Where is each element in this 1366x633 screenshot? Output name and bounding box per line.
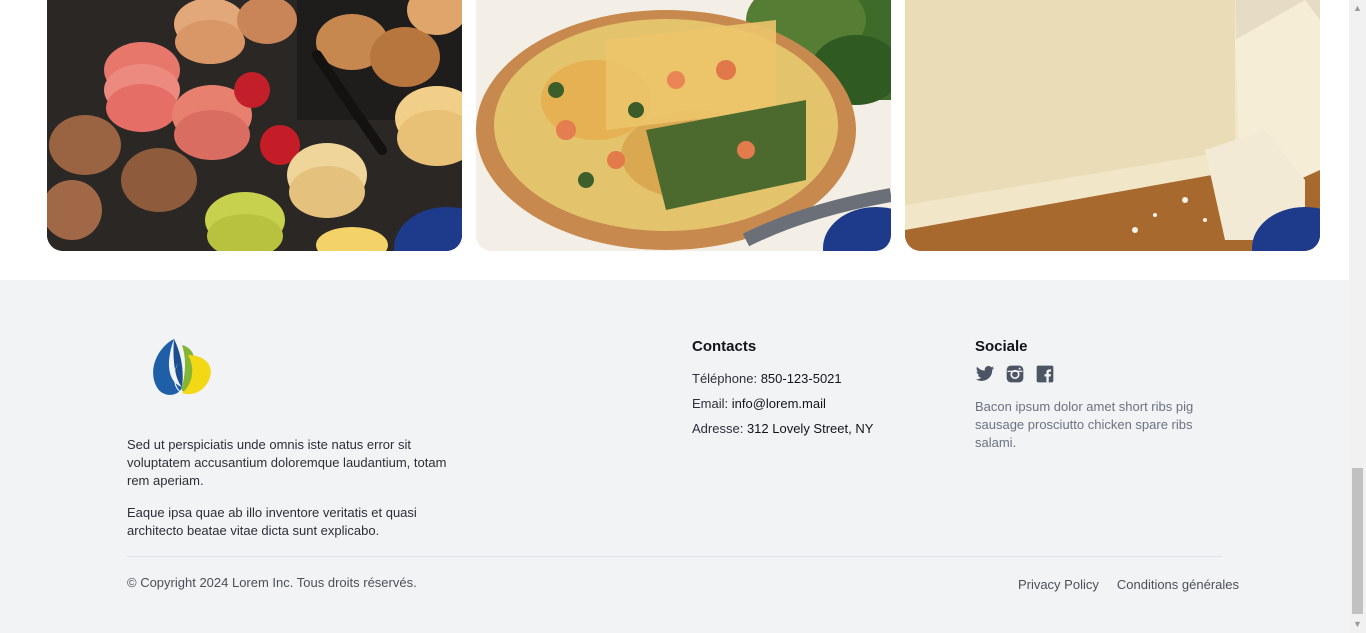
gallery-card-macarons[interactable] — [47, 0, 462, 251]
privacy-policy-link[interactable]: Privacy Policy — [1018, 577, 1099, 592]
email-value[interactable]: info@lorem.mail — [732, 396, 826, 411]
social-column: Sociale Bacon ipsum dolor amet short rib… — [975, 338, 1235, 452]
phone-value[interactable]: 850-123-5021 — [761, 371, 842, 386]
phone-label: Téléphone: — [692, 371, 758, 386]
facebook-icon[interactable] — [1035, 364, 1055, 384]
contact-phone: Téléphone: 850-123-5021 — [692, 366, 873, 391]
footer-divider — [127, 556, 1222, 557]
scrollbar-thumb[interactable] — [1352, 468, 1363, 614]
brand-logo[interactable] — [148, 337, 214, 399]
gallery-card-dough[interactable] — [905, 0, 1320, 251]
scroll-down-arrow-icon[interactable]: ▼ — [1349, 616, 1366, 633]
copyright-text: © Copyright 2024 Lorem Inc. Tous droits … — [127, 575, 417, 590]
footer-about-paragraph: Sed ut perspiciatis unde omnis iste natu… — [127, 437, 447, 488]
quiche-image — [476, 0, 891, 251]
address-value: 312 Lovely Street, NY — [746, 421, 874, 436]
contacts-title: Contacts — [692, 338, 757, 355]
page-scrollbar[interactable]: ▲ ▼ — [1349, 0, 1366, 633]
instagram-icon[interactable] — [1005, 364, 1025, 384]
macarons-image — [47, 0, 462, 251]
dough-image — [905, 0, 1320, 251]
gallery-card-quiche[interactable] — [476, 0, 891, 251]
email-label: Email: — [692, 396, 729, 411]
social-description: Bacon ipsum dolor amet short ribs pig sa… — [975, 399, 1194, 450]
footer-about-paragraph-2: Eaque ipsa quae ab illo inventore verita… — [127, 505, 417, 538]
contact-email: Email: info@lorem.mail — [692, 391, 873, 416]
image-gallery — [0, 0, 1349, 280]
footer-links: Privacy Policy Conditions générales — [1018, 577, 1239, 592]
terms-link[interactable]: Conditions générales — [1117, 577, 1239, 592]
scroll-up-arrow-icon[interactable]: ▲ — [1349, 0, 1366, 17]
social-title: Sociale — [975, 338, 1028, 355]
social-icons — [975, 364, 1235, 384]
contact-address: Adresse: 312 Lovely Street, NY — [692, 416, 873, 441]
address-label: Adresse: — [692, 421, 744, 436]
twitter-icon[interactable] — [975, 364, 995, 384]
contacts-column: Contacts Téléphone: 850-123-5021 Email: … — [692, 338, 873, 441]
